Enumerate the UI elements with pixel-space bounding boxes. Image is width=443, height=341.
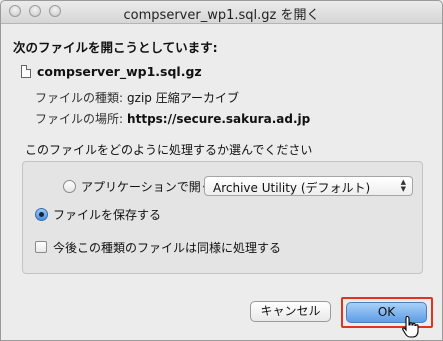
save-file-radio[interactable] bbox=[35, 208, 48, 221]
file-type-row: ファイルの種類: gzip 圧縮アーカイブ bbox=[35, 89, 239, 106]
save-file-label[interactable]: ファイルを保存する bbox=[53, 206, 161, 223]
cancel-button[interactable]: キャンセル bbox=[250, 301, 331, 322]
hand-pointer-icon bbox=[402, 315, 419, 338]
application-select-value: Archive Utility (デフォルト) bbox=[213, 181, 371, 195]
file-type-label: ファイルの種類: bbox=[35, 91, 124, 105]
window-title: compserver_wp1.sql.gz を開く bbox=[123, 8, 320, 23]
file-info-row: compserver_wp1.sql.gz bbox=[21, 64, 202, 79]
file-type-value: gzip 圧縮アーカイブ bbox=[127, 91, 240, 105]
file-location-value: https://secure.sakura.ad.jp bbox=[127, 112, 311, 126]
document-icon bbox=[21, 65, 31, 78]
application-select[interactable]: Archive Utility (デフォルト) ▲ ▼ bbox=[204, 176, 413, 196]
dialog-heading: 次のファイルを開こうとしています: bbox=[13, 40, 218, 55]
open-file-dialog: compserver_wp1.sql.gz を開く 次のファイルを開こうとしてい… bbox=[0, 0, 443, 341]
open-with-label[interactable]: アプリケーションで開く: bbox=[81, 178, 217, 195]
remember-choice-checkbox[interactable] bbox=[35, 241, 47, 253]
open-with-radio[interactable] bbox=[63, 180, 76, 193]
file-location-row: ファイルの場所: https://secure.sakura.ad.jp bbox=[35, 110, 310, 127]
remember-choice-label[interactable]: 今後この種類のファイルは同様に処理する bbox=[53, 239, 281, 256]
file-location-label: ファイルの場所: bbox=[35, 112, 124, 126]
title-bar: compserver_wp1.sql.gz を開く bbox=[1, 1, 442, 24]
updown-arrows-icon: ▲ ▼ bbox=[400, 178, 406, 193]
action-question: このファイルをどのように処理するか選んでください bbox=[25, 143, 313, 157]
file-name: compserver_wp1.sql.gz bbox=[37, 64, 202, 79]
